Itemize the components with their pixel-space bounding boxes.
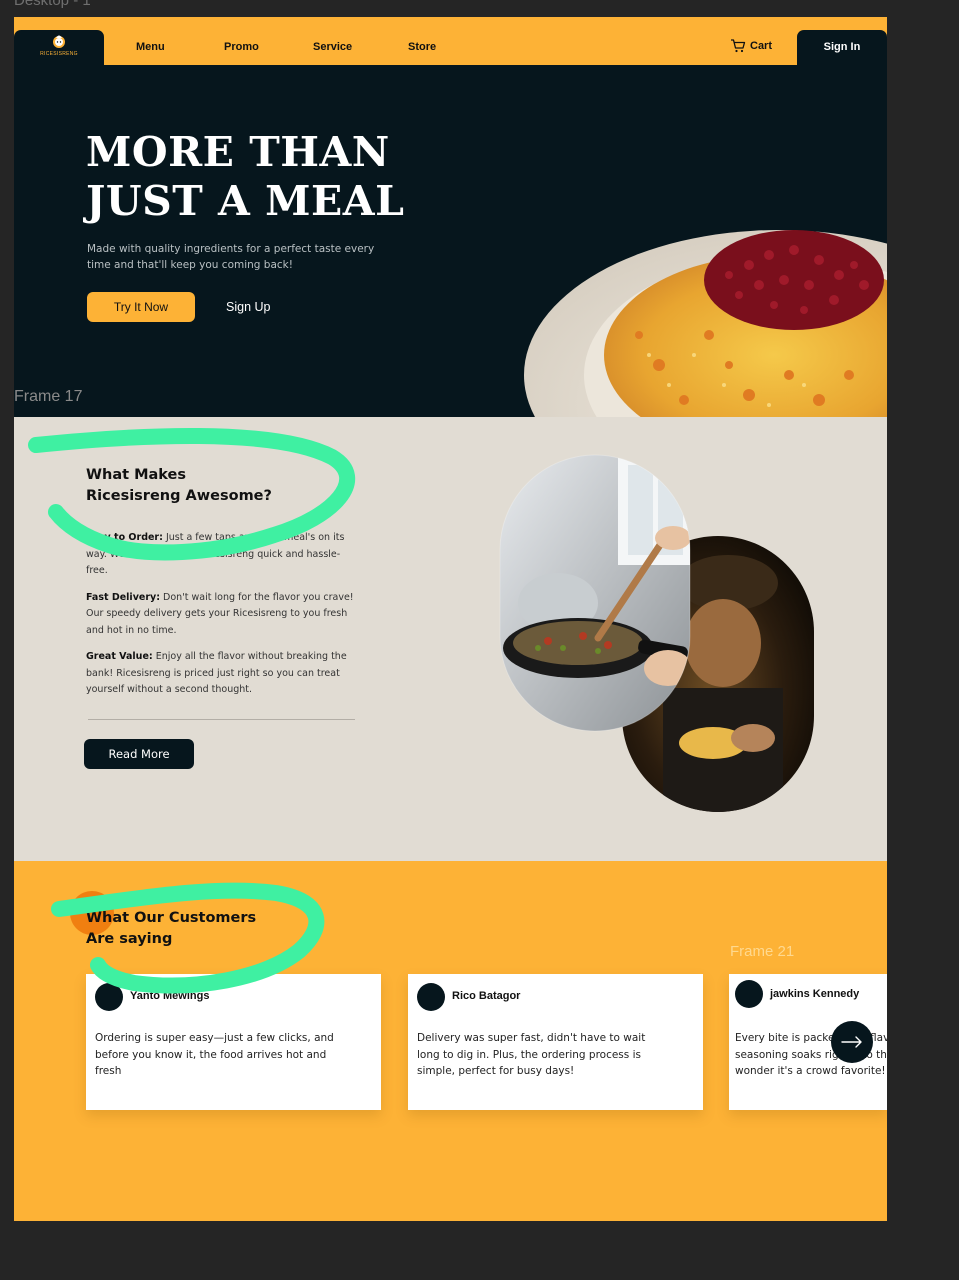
review-text: Ordering is super easy—just a few clicks… [95, 1032, 334, 1077]
features-title-line2: Ricesisreng Awesome? [86, 488, 272, 504]
testimonials-title-line2: Are saying [86, 931, 173, 947]
feature-easy-to-order: Easy to Order: Just a few taps and your … [86, 530, 361, 580]
frame-label-17: Frame 17 [14, 388, 83, 405]
cooking-photos [499, 454, 814, 812]
testimonials-title: What Our Customers Are saying [86, 908, 316, 950]
top-nav: RICESISRENG Menu Promo Service Store Car… [14, 17, 887, 65]
logo-chef-icon [53, 35, 65, 48]
hero-subtitle: Made with quality ingredients for a perf… [87, 243, 375, 271]
avatar [95, 983, 123, 1011]
features-title-line1: What Makes [86, 467, 187, 483]
reviewer-name: jawkins Kennedy [770, 988, 860, 1000]
cart-label: Cart [750, 40, 773, 52]
nav-store[interactable]: Store [408, 41, 436, 53]
cart-icon [731, 39, 746, 53]
desktop-frame: RICESISRENG Menu Promo Service Store Car… [14, 17, 887, 1221]
signin-button[interactable]: Sign In [797, 30, 887, 65]
feature-great-value: Great Value: Enjoy all the flavor withou… [86, 649, 361, 699]
hero-title: MORE THAN JUST A MEAL [86, 128, 426, 226]
feature-label: Great Value: [86, 651, 153, 662]
features-section: What Makes Ricesisreng Awesome? Easy to … [14, 417, 887, 861]
logo-text: RICESISRENG [40, 51, 78, 57]
sign-up-button[interactable]: Sign Up [226, 292, 270, 322]
reviewer-name: Yanto Mewings [130, 990, 210, 1002]
hero-section: MORE THAN JUST A MEAL Made with quality … [14, 65, 887, 417]
pan-photo [500, 455, 690, 731]
frame-label-desktop: Desktop - 1 [14, 0, 91, 9]
arrow-right-icon [841, 1036, 862, 1048]
review-text: Delivery was super fast, didn't have to … [417, 1032, 646, 1077]
rice-plate-image [524, 230, 887, 417]
avatar [417, 983, 445, 1011]
hero-title-line2: JUST A MEAL [86, 177, 405, 225]
features-list: Easy to Order: Just a few taps and your … [86, 530, 361, 709]
feature-label: Easy to Order: [86, 532, 163, 543]
try-it-now-button[interactable]: Try It Now [87, 292, 195, 322]
avatar [735, 980, 763, 1008]
features-title: What Makes Ricesisreng Awesome? [86, 465, 316, 507]
testimonial-card: Yanto Mewings Ordering is super easy—jus… [86, 974, 381, 1110]
testimonials-title-line1: What Our Customers [86, 910, 257, 926]
cart-link[interactable]: Cart [730, 39, 772, 53]
next-button[interactable] [831, 1021, 873, 1063]
nav-menu[interactable]: Menu [136, 41, 165, 53]
feature-fast-delivery: Fast Delivery: Don't wait long for the f… [86, 590, 361, 640]
testimonials-section: What Our Customers Are saying Frame 21 Y… [14, 861, 887, 1221]
frame-label-21: Frame 21 [730, 943, 795, 960]
hero-title-line1: MORE THAN [86, 128, 390, 176]
reviewer-name: Rico Batagor [452, 990, 521, 1002]
nav-service[interactable]: Service [313, 41, 352, 53]
testimonial-card: Rico Batagor Delivery was super fast, di… [408, 974, 703, 1110]
feature-label: Fast Delivery: [86, 591, 161, 603]
read-more-button[interactable]: Read More [84, 739, 194, 769]
features-divider [88, 719, 355, 720]
logo[interactable]: RICESISRENG [14, 30, 104, 65]
nav-promo[interactable]: Promo [224, 41, 259, 53]
